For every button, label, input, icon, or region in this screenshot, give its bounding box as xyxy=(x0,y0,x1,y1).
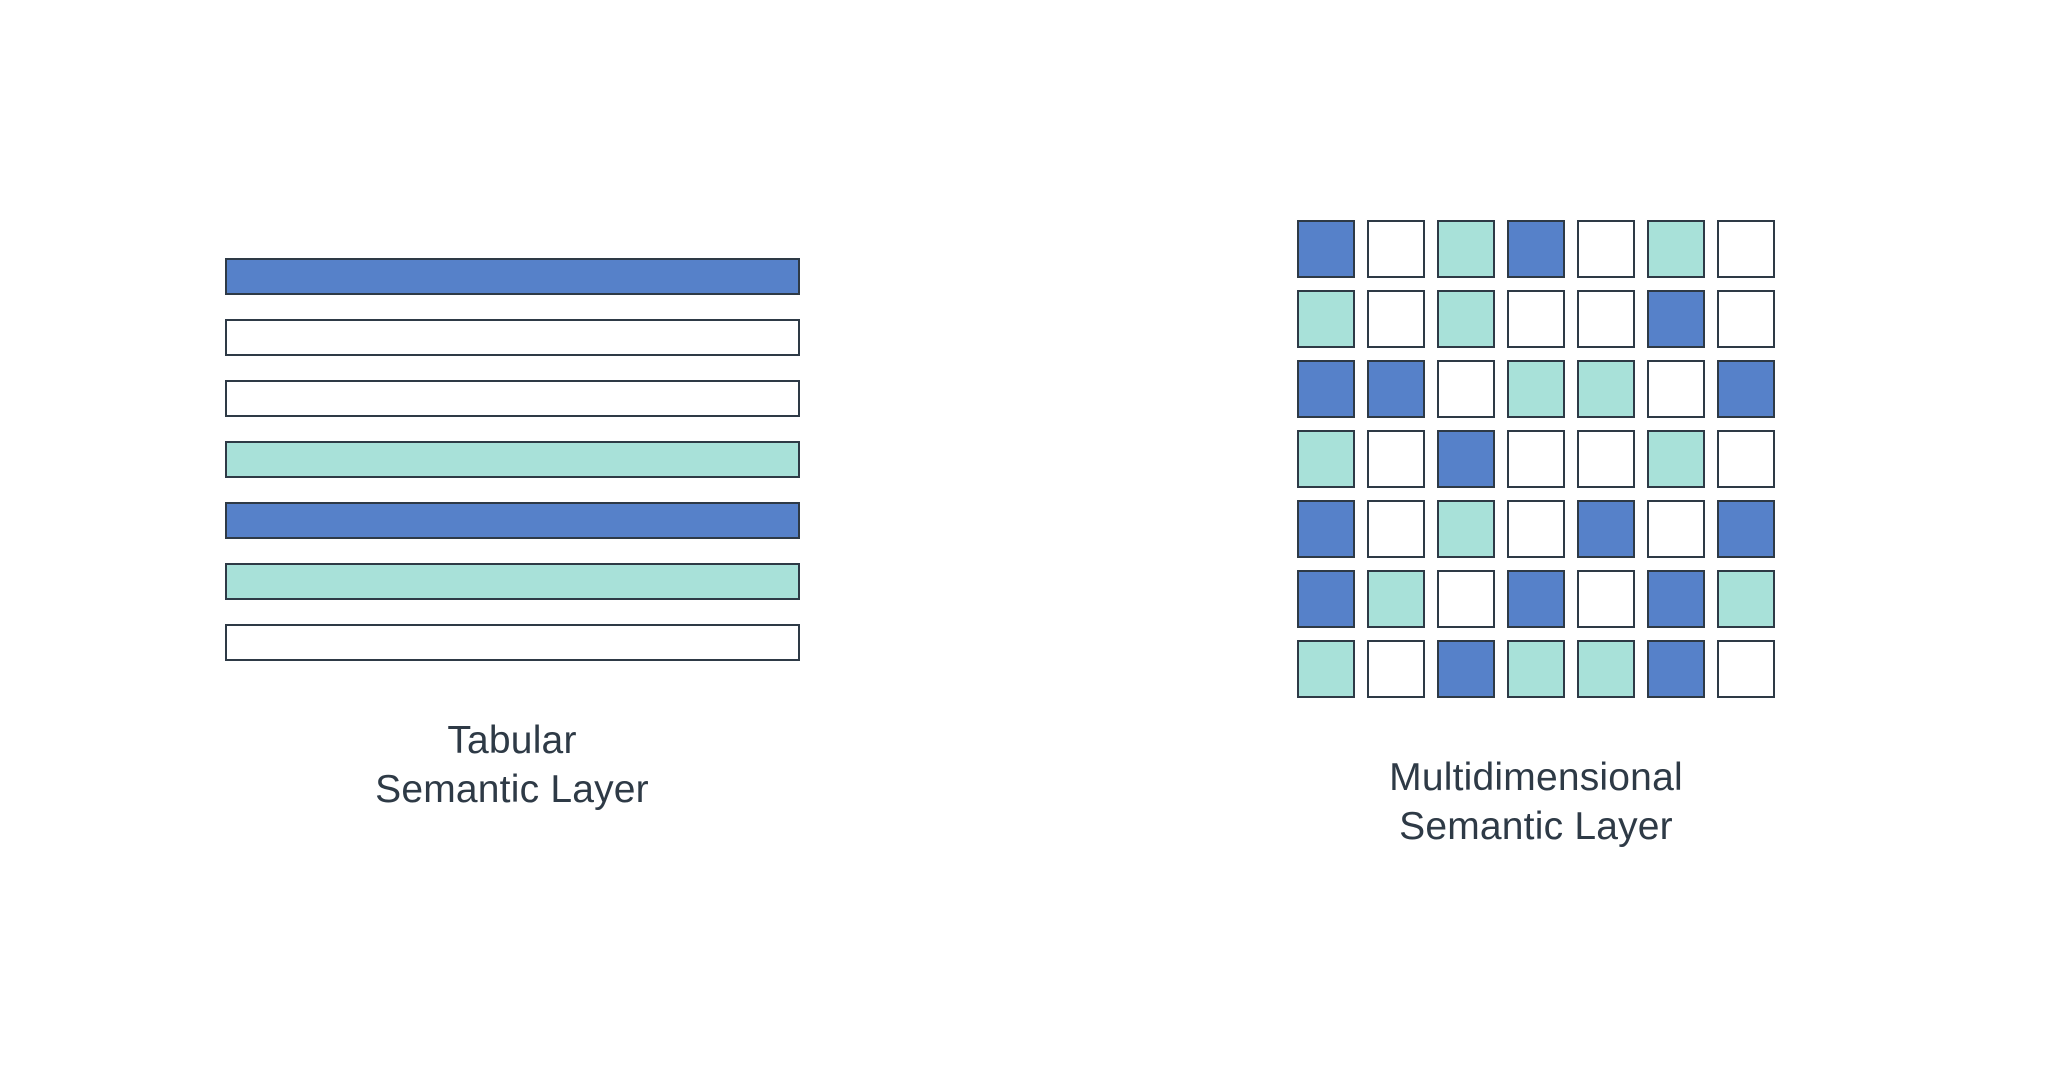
grid-cell xyxy=(1437,430,1495,488)
grid-cell xyxy=(1437,290,1495,348)
grid-cell xyxy=(1647,290,1705,348)
grid-cell xyxy=(1507,360,1565,418)
grid-cell xyxy=(1437,640,1495,698)
grid-cell xyxy=(1647,360,1705,418)
grid-cell xyxy=(1717,290,1775,348)
grid-cell xyxy=(1717,220,1775,278)
grid-cell xyxy=(1297,430,1355,488)
grid-cell xyxy=(1647,640,1705,698)
grid-cell xyxy=(1507,570,1565,628)
caption-line: Semantic Layer xyxy=(375,768,649,811)
grid-cell xyxy=(1717,430,1775,488)
grid-cell xyxy=(1577,500,1635,558)
grid-cell xyxy=(1367,220,1425,278)
grid-cell xyxy=(1297,220,1355,278)
grid-cell xyxy=(1577,290,1635,348)
grid-cell xyxy=(1577,430,1635,488)
grid-cell xyxy=(1297,570,1355,628)
grid-cell xyxy=(1437,220,1495,278)
multidimensional-grid xyxy=(1297,220,1775,698)
tabular-row xyxy=(225,319,800,356)
tabular-panel: Tabular Semantic Layer xyxy=(0,0,1024,1072)
tabular-row xyxy=(225,258,800,295)
grid-cell xyxy=(1367,430,1425,488)
diagram-stage: Tabular Semantic Layer Multidimensional … xyxy=(0,0,2048,1072)
tabular-rows xyxy=(225,258,800,661)
grid-cell xyxy=(1647,500,1705,558)
grid-cell xyxy=(1437,500,1495,558)
grid-cell xyxy=(1367,290,1425,348)
grid-cell xyxy=(1367,640,1425,698)
grid-cell xyxy=(1507,220,1565,278)
caption-line: Tabular xyxy=(447,719,576,762)
grid-cell xyxy=(1507,290,1565,348)
grid-cell xyxy=(1507,640,1565,698)
grid-cell xyxy=(1647,220,1705,278)
grid-cell xyxy=(1577,570,1635,628)
grid-cell xyxy=(1507,500,1565,558)
grid-cell xyxy=(1297,500,1355,558)
grid-cell xyxy=(1717,500,1775,558)
tabular-caption: Tabular Semantic Layer xyxy=(375,717,649,815)
tabular-row xyxy=(225,563,800,600)
grid-cell xyxy=(1437,360,1495,418)
grid-cell xyxy=(1717,640,1775,698)
grid-cell xyxy=(1647,570,1705,628)
tabular-row xyxy=(225,502,800,539)
grid-cell xyxy=(1367,360,1425,418)
grid-cell xyxy=(1367,500,1425,558)
grid-cell xyxy=(1577,220,1635,278)
grid-cell xyxy=(1297,640,1355,698)
multidimensional-panel: Multidimensional Semantic Layer xyxy=(1024,0,2048,1072)
tabular-row xyxy=(225,441,800,478)
grid-cell xyxy=(1577,360,1635,418)
tabular-row xyxy=(225,624,800,661)
grid-cell xyxy=(1297,290,1355,348)
tabular-row xyxy=(225,380,800,417)
grid-cell xyxy=(1507,430,1565,488)
grid-cell xyxy=(1647,430,1705,488)
grid-cell xyxy=(1437,570,1495,628)
grid-cell xyxy=(1717,570,1775,628)
caption-line: Semantic Layer xyxy=(1399,805,1673,848)
multidimensional-caption: Multidimensional Semantic Layer xyxy=(1389,754,1683,852)
grid-cell xyxy=(1577,640,1635,698)
grid-cell xyxy=(1717,360,1775,418)
caption-line: Multidimensional xyxy=(1389,756,1683,799)
grid-cell xyxy=(1297,360,1355,418)
grid-cell xyxy=(1367,570,1425,628)
